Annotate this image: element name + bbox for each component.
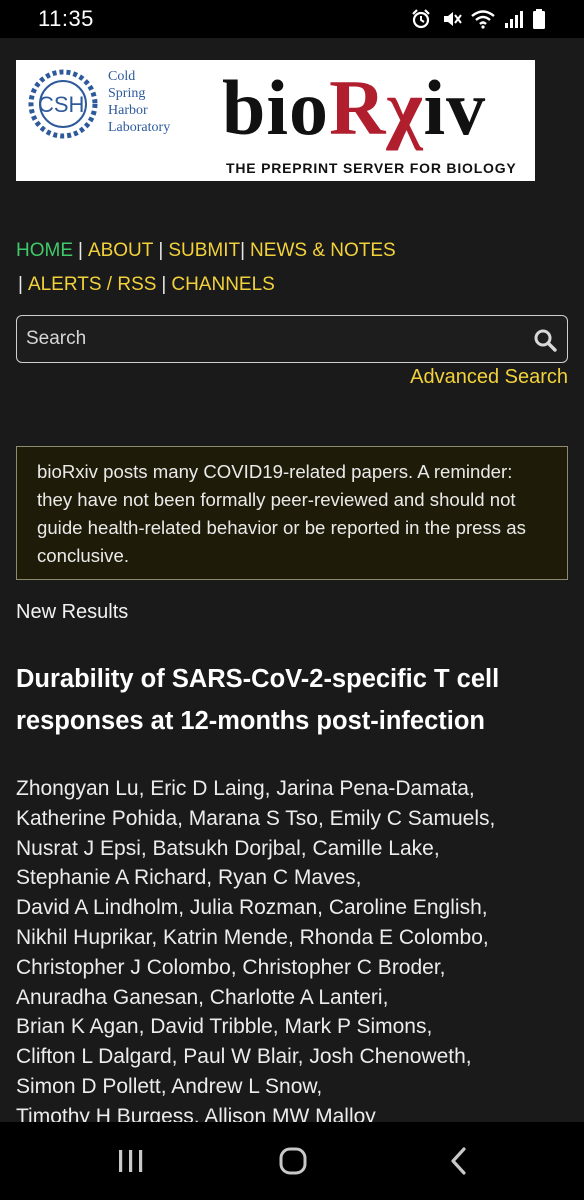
author-line[interactable]: Timothy H Burgess, Allison MW Malloy: [16, 1102, 572, 1122]
biorxiv-banner[interactable]: CSH Cold Spring Harbor Laboratory bioRχi…: [16, 60, 535, 181]
search-input[interactable]: [26, 316, 516, 362]
mute-icon: [444, 12, 462, 26]
brand-x: χ: [386, 64, 424, 151]
article-title: Durability of SARS-CoV-2-specific T cell…: [16, 665, 500, 735]
main-nav: HOME | ABOUT | SUBMIT| NEWS & NOTES | ALERTS /…: [16, 234, 576, 302]
search-box: [16, 315, 568, 363]
author-line[interactable]: Zhongyan Lu, Eric D Laing, Jarina Pena-D…: [16, 774, 572, 804]
nav-home[interactable]: HOME: [16, 240, 73, 261]
signal-icon: [505, 11, 523, 28]
status-icons: [410, 8, 546, 30]
recents-icon[interactable]: [116, 1146, 146, 1176]
back-icon[interactable]: [444, 1146, 474, 1176]
nav-about[interactable]: ABOUT: [88, 240, 153, 261]
brand-text: bio: [222, 64, 330, 151]
home-icon[interactable]: [278, 1146, 308, 1176]
author-line[interactable]: Nikhil Huprikar, Katrin Mende, Rhonda E …: [16, 923, 572, 953]
author-line[interactable]: Simon D Pollett, Andrew L Snow,: [16, 1072, 572, 1102]
search-icon[interactable]: [532, 327, 558, 353]
status-bar: 11:35: [0, 0, 584, 38]
csh-line: Harbor: [108, 103, 148, 118]
csh-line: Cold: [108, 69, 136, 84]
author-line[interactable]: Brian K Agan, David Tribble, Mark P Simo…: [16, 1012, 572, 1042]
wifi-icon: [471, 10, 495, 29]
author-line[interactable]: Anuradha Ganesan, Charlotte A Lanteri,: [16, 983, 572, 1013]
covid-notice: bioRxiv posts many COVID19-related paper…: [16, 446, 568, 580]
advanced-search-link[interactable]: Advanced Search: [410, 366, 568, 389]
author-line[interactable]: Stephanie A Richard, Ryan C Maves,: [16, 863, 572, 893]
nav-separator: |: [161, 274, 167, 295]
status-time: 11:35: [38, 6, 94, 31]
tagline: THE PREPRINT SERVER FOR BIOLOGY: [226, 160, 517, 176]
nav-news[interactable]: NEWS & NOTES: [250, 240, 396, 261]
author-line[interactable]: Christopher J Colombo, Christopher C Bro…: [16, 953, 572, 983]
nav-separator: |: [158, 240, 164, 261]
system-nav-bar: [0, 1122, 584, 1200]
biorxiv-logo: bioRχiv: [222, 62, 486, 154]
author-line[interactable]: David A Lindholm, Julia Rozman, Caroline…: [16, 893, 572, 923]
brand-text: iv: [423, 64, 487, 151]
nav-alerts[interactable]: ALERTS / RSS: [28, 274, 156, 295]
author-line[interactable]: Katherine Pohida, Marana S Tso, Emily C …: [16, 804, 572, 834]
alarm-icon: [412, 9, 430, 29]
brand-r: R: [329, 64, 387, 151]
csh-line: Laboratory: [108, 120, 171, 135]
csh-line: Spring: [108, 86, 146, 101]
author-list: Zhongyan Lu, Eric D Laing, Jarina Pena-D…: [16, 774, 572, 1122]
csh-logo-text: CSH: [38, 92, 85, 117]
article-type: New Results: [16, 601, 129, 623]
author-line[interactable]: Nusrat J Epsi, Batsukh Dorjbal, Camille …: [16, 834, 572, 864]
nav-channels[interactable]: CHANNELS: [171, 274, 274, 295]
nav-separator: |: [78, 240, 83, 261]
nav-separator: |: [18, 274, 23, 295]
author-line[interactable]: Clifton L Dalgard, Paul W Blair, Josh Ch…: [16, 1042, 572, 1072]
nav-separator: |: [240, 240, 246, 261]
csh-name: Cold Spring Harbor Laboratory: [108, 68, 170, 136]
web-page: CSH Cold Spring Harbor Laboratory bioRχi…: [0, 38, 584, 1122]
battery-icon: [533, 9, 545, 29]
nav-submit[interactable]: SUBMIT: [168, 240, 240, 261]
